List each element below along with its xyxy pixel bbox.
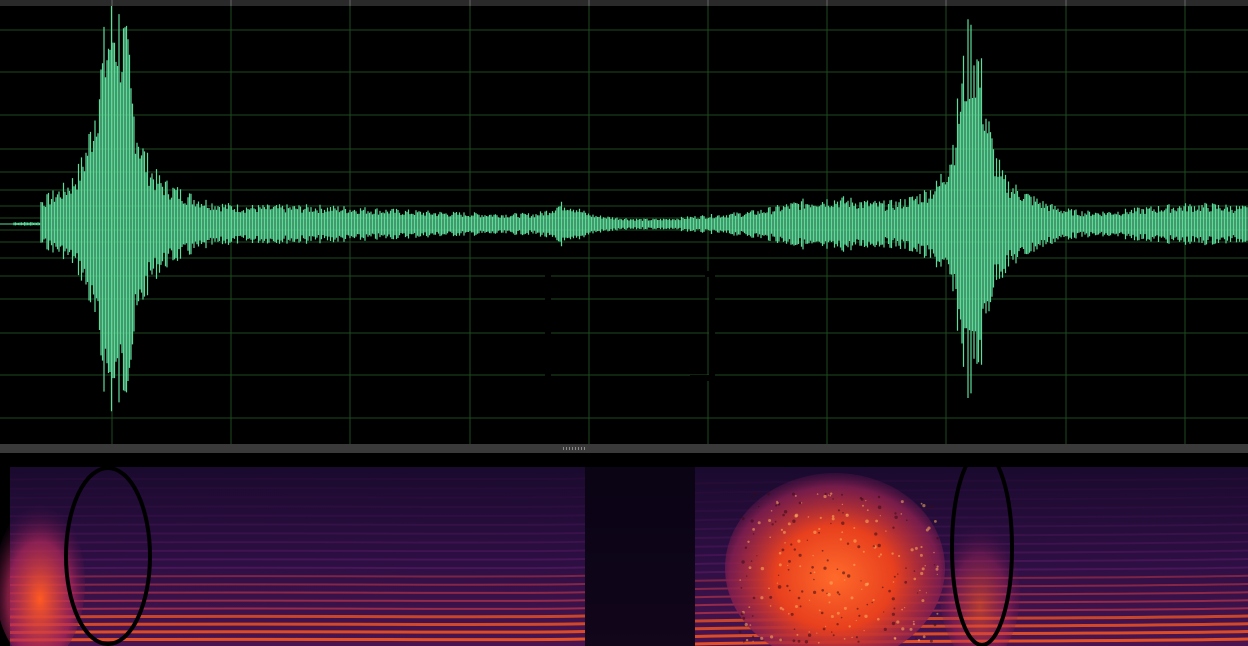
resize-grip-icon[interactable] bbox=[563, 447, 585, 450]
silence-gap bbox=[585, 467, 695, 646]
waveform-panel[interactable] bbox=[0, 6, 1248, 444]
spectrogram-panel[interactable] bbox=[0, 453, 1248, 646]
waveform-trace bbox=[13, 6, 1248, 412]
cursor-bracket bbox=[545, 261, 715, 389]
panel-divider[interactable] bbox=[0, 444, 1248, 453]
spectrogram-canvas[interactable] bbox=[0, 453, 1248, 646]
waveform-canvas[interactable] bbox=[0, 6, 1248, 444]
